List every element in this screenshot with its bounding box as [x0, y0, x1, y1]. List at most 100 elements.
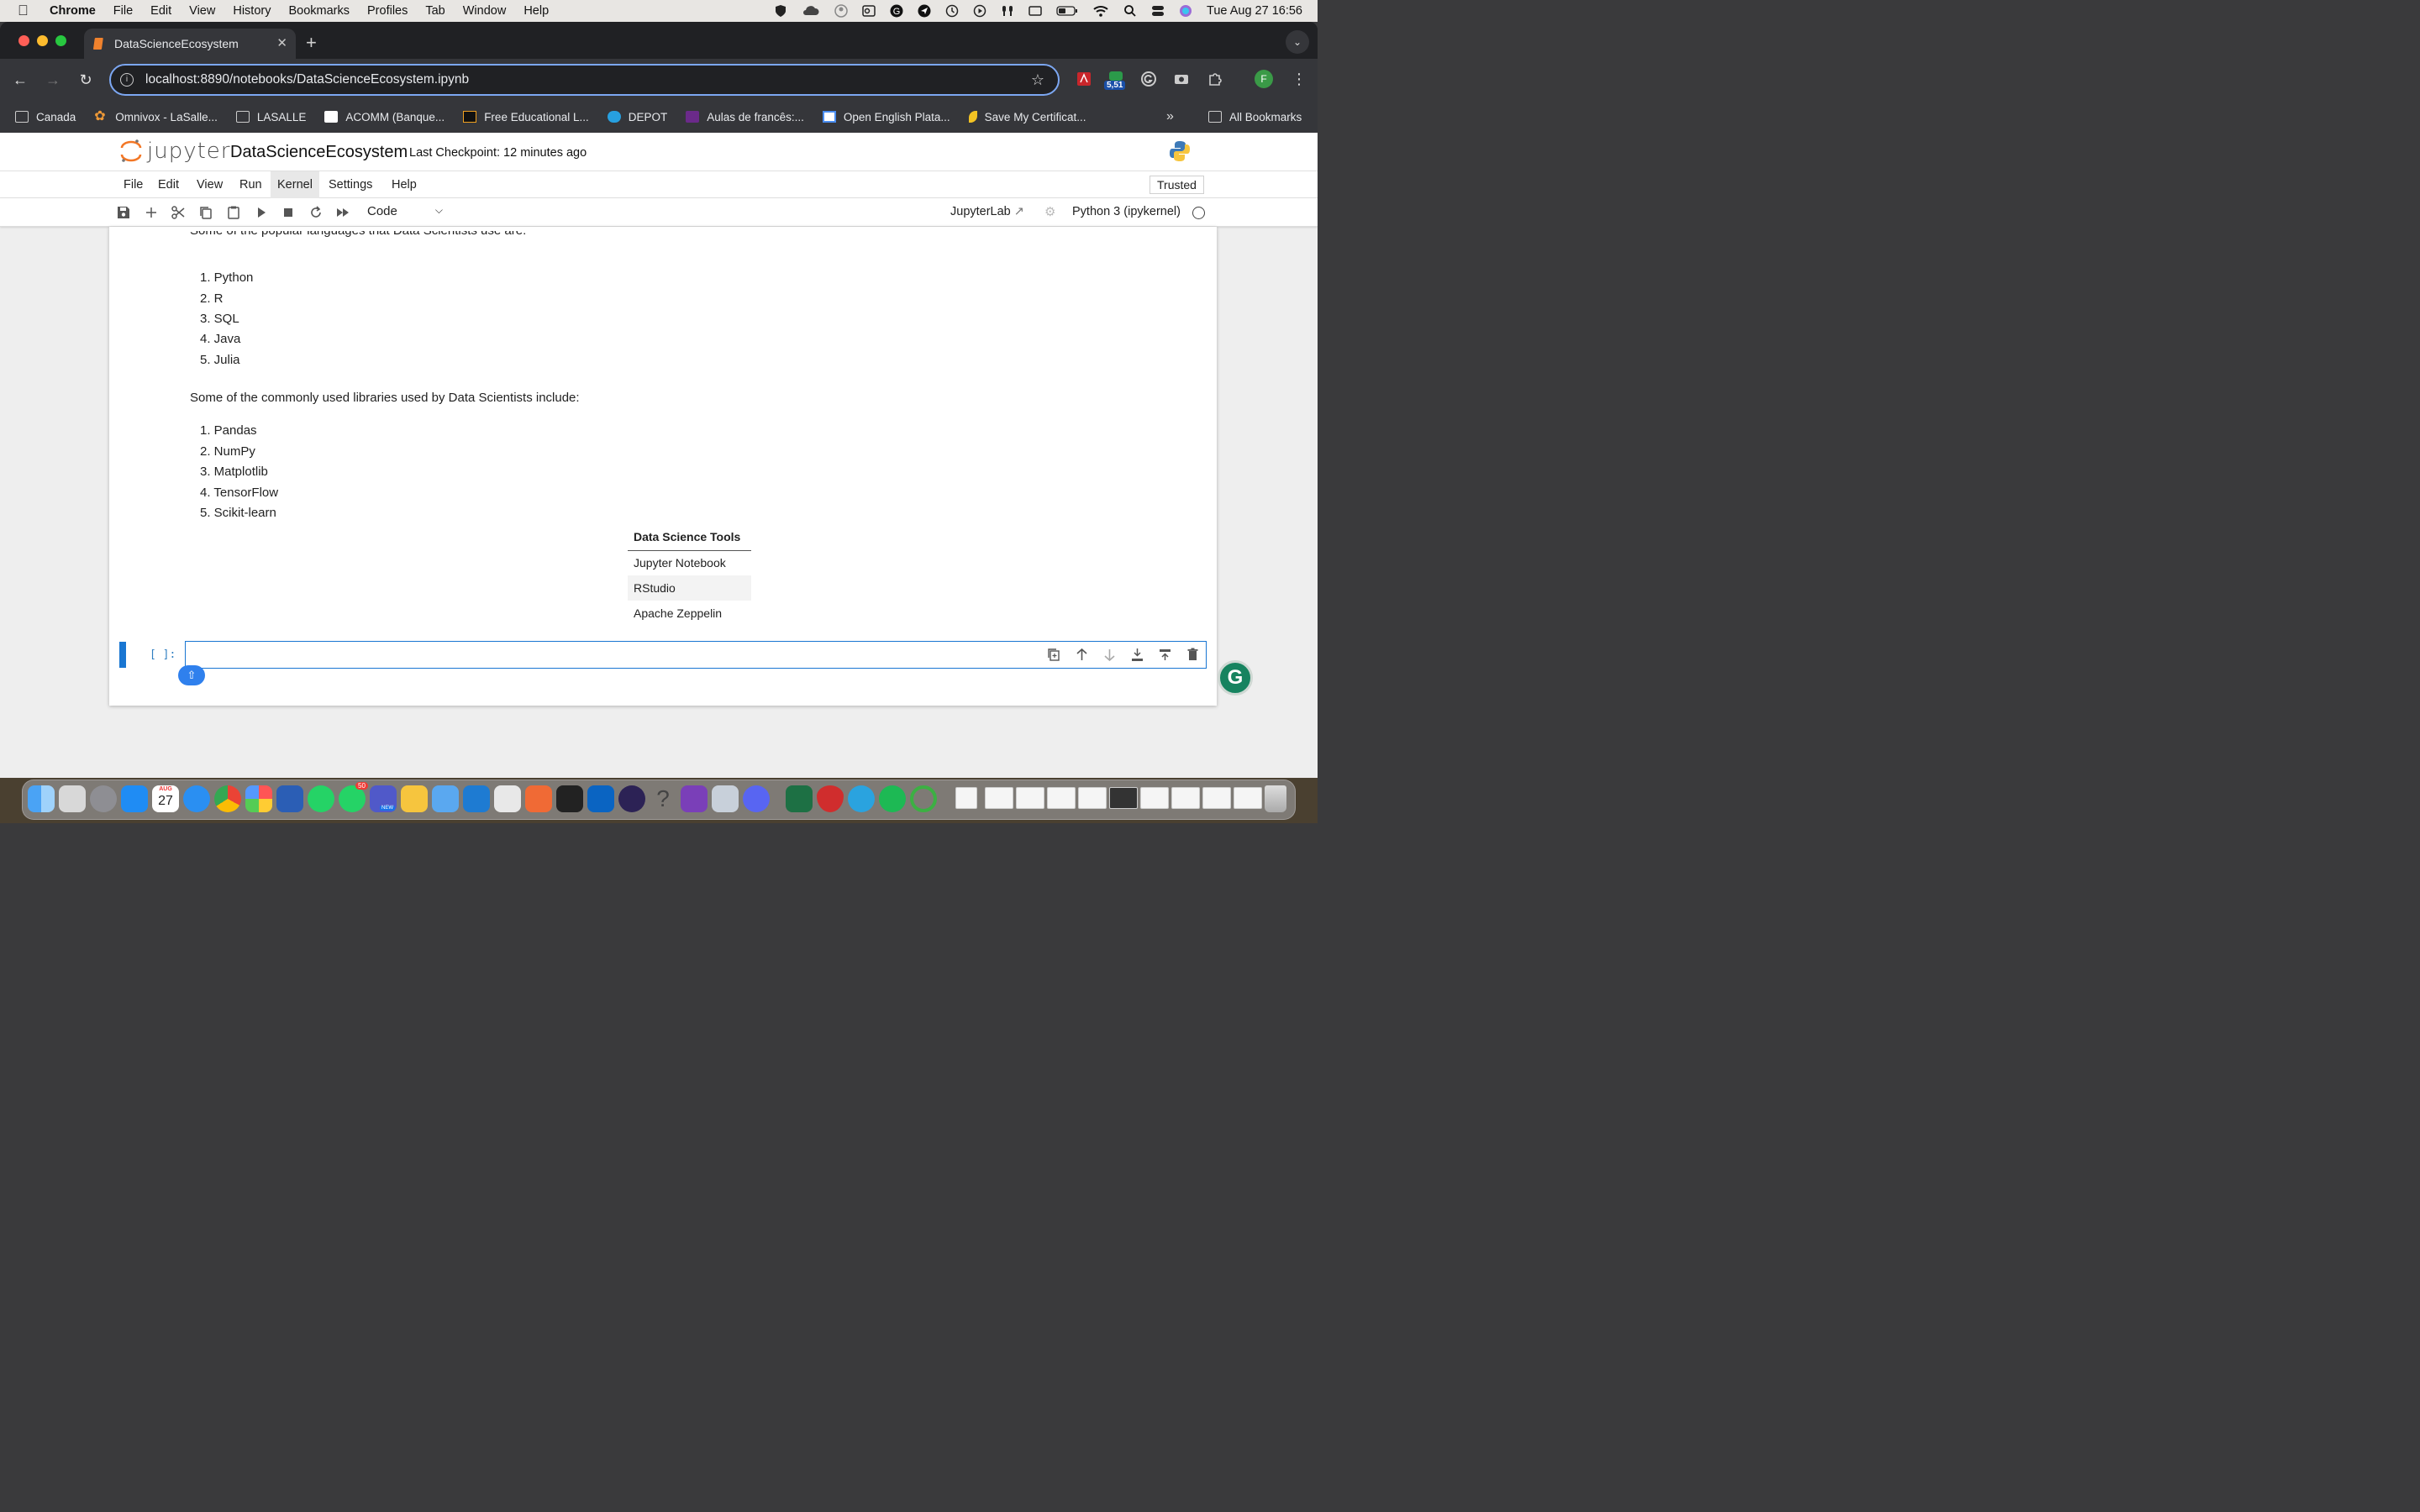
- insert-below-icon[interactable]: [1129, 647, 1145, 663]
- restart-icon[interactable]: [308, 205, 324, 220]
- pdf-extension-icon[interactable]: [1076, 71, 1092, 87]
- site-info-icon[interactable]: i: [120, 73, 134, 87]
- jmenu-edit[interactable]: Edit: [151, 171, 186, 198]
- save-icon[interactable]: [116, 205, 131, 220]
- window-thumbnail[interactable]: [1078, 787, 1107, 809]
- play-circle-icon[interactable]: [973, 4, 986, 18]
- excel-icon[interactable]: [786, 785, 813, 812]
- document-thumbnail[interactable]: [955, 787, 977, 809]
- bookmark-depot[interactable]: DEPOT: [607, 111, 667, 123]
- word-icon[interactable]: [276, 785, 303, 812]
- tab-close-icon[interactable]: ✕: [276, 35, 287, 50]
- tab-search-chevron-icon[interactable]: ⌄: [1286, 30, 1309, 54]
- grammarly-extension-icon[interactable]: [1140, 71, 1157, 87]
- launchpad-icon[interactable]: [59, 785, 86, 812]
- menubar-edit[interactable]: Edit: [150, 4, 171, 18]
- window-thumbnail[interactable]: [985, 787, 1013, 809]
- window-thumbnail[interactable]: [1140, 787, 1169, 809]
- discord-icon[interactable]: [743, 785, 770, 812]
- shield-icon[interactable]: [774, 4, 787, 18]
- camera-extension-icon[interactable]: [1173, 71, 1190, 87]
- trash-bin-icon[interactable]: [1265, 785, 1286, 812]
- bookmark-aulas-frances[interactable]: Aulas de francês:...: [686, 111, 804, 123]
- siri-icon[interactable]: [1179, 4, 1192, 18]
- spotify-icon[interactable]: [879, 785, 906, 812]
- menubar-window[interactable]: Window: [463, 4, 507, 18]
- copy-icon[interactable]: [198, 205, 213, 220]
- bookmark-acomm[interactable]: ACOMM (Banque...: [324, 111, 445, 123]
- terminal-icon[interactable]: [556, 785, 583, 812]
- xcode-icon[interactable]: [432, 785, 459, 812]
- help-viewer-icon[interactable]: ?: [650, 785, 676, 812]
- all-bookmarks[interactable]: All Bookmarks: [1208, 111, 1302, 123]
- menubar-view[interactable]: View: [189, 4, 215, 18]
- profile-avatar[interactable]: F: [1255, 70, 1273, 88]
- reload-icon[interactable]: ↻: [76, 71, 95, 89]
- back-arrow-icon[interactable]: ←: [11, 71, 29, 89]
- grammarly-floating-icon[interactable]: G: [1218, 660, 1253, 696]
- jmenu-run[interactable]: Run: [233, 171, 269, 198]
- bookmark-open-english[interactable]: Open English Plata...: [822, 111, 950, 123]
- activity-ring-icon[interactable]: [910, 785, 937, 812]
- apple-icon[interactable]: : [18, 3, 33, 19]
- bookmark-save-certificate[interactable]: Save My Certificat...: [968, 111, 1086, 123]
- wifi-icon[interactable]: [1092, 4, 1109, 18]
- whatsapp-icon[interactable]: [308, 785, 334, 812]
- cut-icon[interactable]: [171, 205, 186, 220]
- window-thumbnail[interactable]: [1171, 787, 1200, 809]
- menubar-clock[interactable]: Tue Aug 27 16:56: [1207, 4, 1302, 18]
- time-machine-icon[interactable]: [945, 4, 959, 18]
- python-launcher-icon[interactable]: [401, 785, 428, 812]
- telegram-icon[interactable]: [848, 785, 875, 812]
- paste-icon[interactable]: [226, 205, 241, 220]
- window-thumbnail[interactable]: [1016, 787, 1044, 809]
- star-icon[interactable]: ☆: [1031, 71, 1044, 89]
- menubar-history[interactable]: History: [233, 4, 271, 18]
- outlook-icon[interactable]: [862, 4, 876, 18]
- jmenu-kernel[interactable]: Kernel: [271, 171, 319, 198]
- window-maximize-button[interactable]: [55, 35, 66, 46]
- search-icon[interactable]: [1123, 4, 1137, 18]
- calendar-icon[interactable]: AUG 27: [152, 785, 179, 812]
- window-thumbnail[interactable]: [1202, 787, 1231, 809]
- address-url[interactable]: localhost:8890/notebooks/DataScienceEcos…: [145, 72, 469, 87]
- menubar-bookmarks[interactable]: Bookmarks: [288, 4, 350, 18]
- window-close-button[interactable]: [18, 35, 29, 46]
- menubar-help[interactable]: Help: [523, 4, 549, 18]
- window-thumbnail[interactable]: [1047, 787, 1076, 809]
- bookmark-lasalle[interactable]: LASALLE: [235, 111, 306, 123]
- finder-icon[interactable]: [28, 785, 55, 812]
- window-minimize-button[interactable]: [37, 35, 48, 46]
- system-settings-icon[interactable]: [90, 785, 117, 812]
- safari-icon[interactable]: [183, 785, 210, 812]
- battery-icon[interactable]: [1056, 4, 1078, 18]
- jmenu-view[interactable]: View: [190, 171, 229, 198]
- add-cell-icon[interactable]: [144, 205, 159, 220]
- menubar-file[interactable]: File: [113, 4, 133, 18]
- window-thumbnail[interactable]: [1234, 787, 1262, 809]
- cloud-icon[interactable]: [802, 4, 820, 18]
- shift-enter-icon[interactable]: ⇧: [178, 665, 205, 685]
- window-thumbnail[interactable]: [1109, 787, 1138, 809]
- run-icon[interactable]: [254, 205, 269, 220]
- jupyterlab-link[interactable]: JupyterLab ↗: [950, 205, 1024, 218]
- duplicate-icon[interactable]: [1046, 647, 1062, 663]
- jmenu-file[interactable]: File: [117, 171, 150, 198]
- outlook-dock-icon[interactable]: [587, 785, 614, 812]
- cell-type-select[interactable]: Code ⌵: [367, 204, 443, 218]
- new-tab-icon[interactable]: +: [306, 32, 317, 54]
- move-up-icon[interactable]: [1074, 647, 1090, 663]
- debugger-bug-icon[interactable]: ⚙: [1044, 204, 1055, 219]
- chrome-menu-icon[interactable]: ⋮: [1291, 71, 1307, 87]
- swift-playgrounds-icon[interactable]: [525, 785, 552, 812]
- vpn-shield-icon[interactable]: [817, 785, 844, 812]
- github-desktop-icon[interactable]: [681, 785, 708, 812]
- bookmark-omnivox[interactable]: ✿ Omnivox - LaSalle...: [94, 110, 218, 123]
- bookmark-free-educational[interactable]: Free Educational L...: [463, 111, 589, 123]
- remote-desktop-icon[interactable]: [712, 785, 739, 812]
- contacts-icon[interactable]: [834, 4, 848, 18]
- jupyter-logo[interactable]: jupyter: [120, 139, 230, 164]
- notebook-title[interactable]: DataScienceEcosystem: [230, 143, 408, 162]
- grammarly-icon[interactable]: G: [890, 4, 903, 18]
- fast-forward-icon[interactable]: [335, 205, 350, 220]
